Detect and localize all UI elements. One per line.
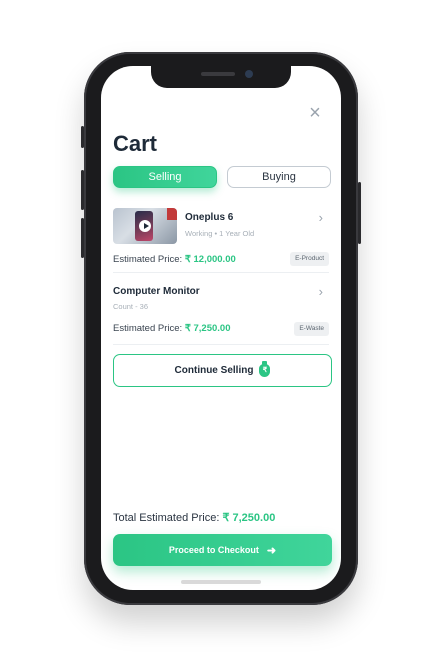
total-label: Total Estimated Price: <box>113 512 223 524</box>
continue-selling-label: Continue Selling <box>174 365 254 376</box>
total-estimated-price: Total Estimated Price: ₹ 7,250.00 <box>113 511 275 524</box>
arrow-right-icon: ➜ <box>266 544 277 557</box>
chevron-right-icon[interactable]: › <box>319 284 323 299</box>
checkout-label: Proceed to Checkout <box>168 545 259 555</box>
tab-bar: Selling Buying <box>113 166 331 188</box>
close-icon[interactable]: × <box>307 103 323 123</box>
estimated-price-row: Estimated Price: ₹ 7,250.00 <box>113 323 230 334</box>
item-name: Computer Monitor <box>113 286 200 297</box>
cart-item[interactable]: Oneplus 6 Working • 1 Year Old › Estimat… <box>113 206 329 274</box>
proceed-to-checkout-button[interactable]: Proceed to Checkout ➜ <box>113 534 332 566</box>
power-button <box>358 182 361 244</box>
chevron-right-icon[interactable]: › <box>319 210 323 225</box>
estimated-price-value: ₹ 12,000.00 <box>184 254 236 265</box>
product-thumbnail <box>113 208 177 244</box>
money-bag-icon: ₹ <box>259 361 271 377</box>
page-title: Cart <box>113 131 158 156</box>
category-badge: E-Waste <box>294 322 329 336</box>
item-name: Oneplus 6 <box>185 212 234 223</box>
continue-selling-button[interactable]: Continue Selling ₹ <box>113 354 332 387</box>
estimated-price-row: Estimated Price: ₹ 12,000.00 <box>113 254 236 265</box>
divider <box>113 344 329 345</box>
speaker-grille <box>201 72 235 76</box>
item-meta: Working • 1 Year Old <box>185 229 255 238</box>
estimated-price-value: ₹ 7,250.00 <box>184 323 231 334</box>
category-badge: E-Product <box>290 252 329 266</box>
home-indicator[interactable] <box>181 580 261 584</box>
silent-switch <box>81 126 84 148</box>
estimated-price-label: Estimated Price: <box>113 254 185 265</box>
divider <box>113 272 329 273</box>
notch <box>151 66 291 88</box>
phone-frame: × Cart Selling Buying Oneplus 6 Working … <box>81 52 361 605</box>
cart-item[interactable]: Computer Monitor Count - 36 › Estimated … <box>113 282 329 344</box>
play-icon[interactable] <box>139 220 151 232</box>
thumbnail-accent <box>167 208 177 220</box>
screen: × Cart Selling Buying Oneplus 6 Working … <box>101 66 341 590</box>
volume-up-button <box>81 170 84 210</box>
item-meta: Count - 36 <box>113 302 149 311</box>
tab-selling[interactable]: Selling <box>113 166 217 188</box>
total-value: ₹ 7,250.00 <box>222 512 276 524</box>
camera-icon <box>245 70 253 78</box>
tab-buying[interactable]: Buying <box>227 166 331 188</box>
estimated-price-label: Estimated Price: <box>113 323 185 334</box>
volume-down-button <box>81 218 84 258</box>
